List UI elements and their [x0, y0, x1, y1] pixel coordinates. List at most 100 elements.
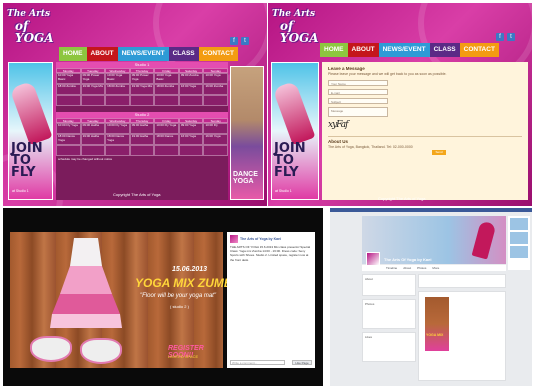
event-studio: ( studio 2 )	[170, 304, 189, 309]
ad-headline: JOIN TO FLY	[274, 141, 306, 180]
table-cell: 16:00 Yoga	[178, 134, 204, 145]
post-author[interactable]: The Arts of Yoga by Kaei	[230, 235, 312, 243]
photos-card: Photos	[362, 299, 416, 329]
tab-more[interactable]: More	[432, 265, 439, 271]
card-title: Likes	[365, 335, 373, 339]
table-cell: 16:00 Zumba	[203, 84, 229, 95]
table-cell	[154, 95, 179, 106]
event-poster-photo[interactable]: 15.06.2013 YOGA MIX ZUMBA "Floor will be…	[10, 232, 241, 368]
page-tabs: Timeline About Photos More	[362, 265, 506, 271]
table-cell: 19:00 Hatha	[80, 134, 106, 145]
info-text: The Arts of Yoga, Bangkok, Thailand. Tel…	[328, 144, 413, 149]
limited-space-note: LIMITED SPACE	[168, 354, 199, 359]
send-button[interactable]: Send	[432, 150, 446, 155]
table-cell: 10:00 Yoga Basic	[154, 73, 179, 84]
table-cell	[203, 95, 229, 106]
status-composer[interactable]	[418, 274, 506, 288]
facebook-icon[interactable]: f	[230, 37, 238, 45]
tab-photos[interactable]: Photos	[417, 265, 426, 271]
facebook-icon[interactable]: f	[496, 33, 504, 41]
comment-input[interactable]: Write a comment...	[230, 360, 285, 365]
page-footer: Copyright The Arts of Yoga	[378, 196, 426, 201]
schedule-note: schedule may be changed without notice	[58, 157, 113, 161]
tab-about[interactable]: About	[403, 265, 411, 271]
facebook-photo-viewer: 15.06.2013 YOGA MIX ZUMBA "Floor will be…	[3, 208, 323, 386]
nav-about[interactable]: ABOUT	[347, 43, 379, 57]
timeline-post: YOGA MIX	[418, 291, 506, 381]
nav-contact[interactable]: CONTACT	[198, 47, 238, 61]
message-field[interactable]: Message	[328, 106, 388, 117]
table-cell	[178, 145, 204, 156]
page-name[interactable]: The Arts Of Yoga by Kaei	[384, 257, 432, 262]
dress-illustration	[50, 238, 122, 328]
post-photo[interactable]: YOGA MIX	[425, 297, 449, 351]
ad-image[interactable]	[510, 218, 528, 230]
nav-class[interactable]: CLASS	[168, 47, 199, 61]
ad-image[interactable]	[510, 246, 528, 258]
table-cell: 18:00 Zumba	[105, 84, 130, 95]
table-cell: 10:00 Fly Yoga	[154, 123, 179, 134]
table-cell: 09:00 Power Yoga	[80, 73, 106, 84]
sidebar-ads	[508, 216, 530, 270]
table-cell	[203, 145, 229, 156]
contact-form-panel: Leave a Message Please leave your messag…	[322, 62, 528, 200]
table-cell: 18:00 Dance	[154, 134, 179, 145]
table-cell	[105, 145, 130, 156]
email-field[interactable]: E-mail	[328, 88, 388, 95]
aerial-yoga-figure	[272, 80, 316, 146]
table-cell: 18:00 Dance Yoga	[56, 134, 81, 145]
table-cell	[80, 95, 106, 106]
table-cell: 10:00 Fly Yoga	[105, 123, 130, 134]
nav-contact[interactable]: CONTACT	[459, 43, 499, 57]
nav-home[interactable]: HOME	[59, 47, 87, 61]
ad-image[interactable]	[510, 232, 528, 244]
table-cell: 10:00 Yoga Basic	[105, 73, 130, 84]
table-cell: 10:00 Fly	[203, 123, 229, 134]
poster-caption: YOGA MIX	[426, 333, 444, 337]
subject-field[interactable]: Subject	[328, 97, 388, 104]
card-title: About	[365, 277, 373, 281]
table-cell: 18:00 Dance Yoga	[105, 134, 130, 145]
nav-class[interactable]: CLASS	[429, 43, 460, 57]
tab-timeline[interactable]: Timeline	[386, 265, 397, 271]
table-row: 18:00 Dance Yoga 19:00 Hatha 18:00 Dance…	[56, 134, 229, 145]
table-row: 10:00 Fly Yoga 09:00 Hatha 10:00 Fly Yog…	[56, 123, 229, 134]
captcha-image: xyFaf	[328, 119, 349, 130]
nav-home[interactable]: HOME	[320, 43, 348, 57]
twitter-icon[interactable]: t	[507, 33, 515, 41]
table-row: 10:00 Yoga Basic 09:00 Power Yoga 10:00 …	[56, 73, 229, 84]
facebook-page: The Arts Of Yoga by Kaei Timeline About …	[330, 208, 532, 386]
main-nav: HOME ABOUT NEWS/EVENT CLASS CONTACT	[320, 43, 499, 57]
site-logo[interactable]: The Arts of YOGA	[7, 8, 57, 44]
table-cell: 19:00 Yoga Mix	[129, 84, 155, 95]
dance-yoga-ad[interactable]: DANCE YOGA	[230, 66, 264, 200]
card-title: Photos	[365, 302, 375, 306]
table-cell	[129, 95, 155, 106]
table-cell: 09:00 Power Yoga	[129, 73, 155, 84]
table-cell	[56, 145, 81, 156]
page-avatar[interactable]	[366, 252, 380, 266]
about-card: About	[362, 274, 416, 296]
nav-news-event[interactable]: NEWS/EVENT	[117, 47, 169, 61]
join-to-fly-ad[interactable]: JOIN TO FLY at Studio 1	[8, 62, 53, 200]
timeline-column: YOGA MIX	[418, 274, 506, 382]
table-cell: 09:00 Zumba	[178, 73, 204, 84]
aerial-yoga-figure	[9, 80, 53, 146]
sneaker-illustration	[30, 336, 72, 362]
site-logo[interactable]: The Arts of YOGA	[272, 8, 322, 44]
form-intro: Please leave your message and we will ge…	[328, 72, 447, 76]
nav-news-event[interactable]: NEWS/EVENT	[378, 43, 430, 57]
like-page-button[interactable]: Like Page	[292, 360, 312, 365]
join-to-fly-ad[interactable]: JOIN TO FLY at Studio 1	[271, 62, 319, 200]
twitter-icon[interactable]: t	[241, 37, 249, 45]
nav-about[interactable]: ABOUT	[86, 47, 118, 61]
name-field[interactable]: Your Name	[328, 79, 388, 86]
table-cell: 10:00 Yoga Basic	[56, 73, 81, 84]
post-text: THE ARTS OF YOGA 15.6.2013 Mix class pre…	[230, 245, 311, 262]
table-cell: 19:00 Hatha	[129, 134, 155, 145]
left-column: About Photos Likes	[362, 274, 416, 382]
table-cell: 16:00 Yoga	[178, 84, 204, 95]
table-cell: 09:00 Hatha	[80, 123, 106, 134]
event-title: YOGA MIX ZUMBA	[135, 276, 242, 290]
table-cell	[56, 95, 81, 106]
